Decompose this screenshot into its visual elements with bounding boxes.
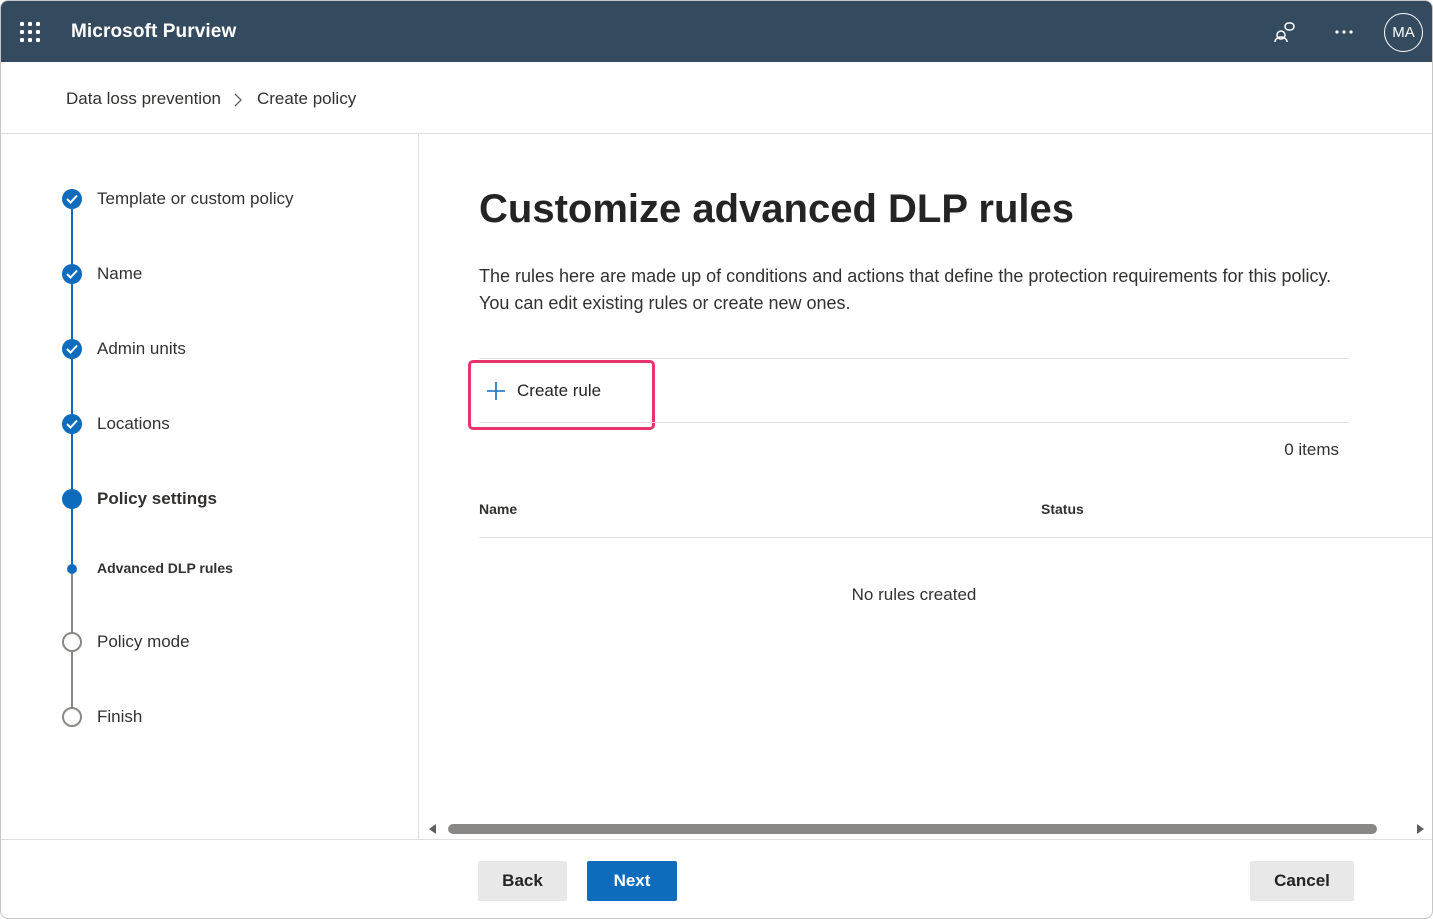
column-header-name[interactable]: Name [479, 501, 517, 517]
scrollbar-thumb[interactable] [448, 824, 1377, 834]
column-header-status[interactable]: Status [1041, 501, 1084, 517]
step-admin-units[interactable]: Admin units [97, 339, 186, 359]
step-template-or-custom-policy[interactable]: Template or custom policy [97, 189, 294, 209]
cancel-button[interactable]: Cancel [1250, 861, 1354, 901]
substep-current-dot-icon [67, 564, 77, 574]
breadcrumb-item-create-policy: Create policy [256, 89, 357, 108]
table-header-divider [479, 537, 1432, 538]
step-policy-mode: Policy mode [97, 632, 190, 651]
app-window: Microsoft Purview MA Data loss preventio… [0, 0, 1433, 919]
step-complete-check-icon [62, 414, 82, 434]
page-description: The rules here are made up of conditions… [479, 266, 1332, 313]
app-launcher-icon[interactable] [20, 22, 40, 42]
step-current-icon [62, 489, 82, 509]
top-bar: Microsoft Purview MA [1, 1, 1432, 62]
step-complete-check-icon [62, 339, 82, 359]
horizontal-scrollbar[interactable] [425, 821, 1430, 837]
footer-divider [1, 839, 1432, 840]
page-title: Customize advanced DLP rules [479, 187, 1074, 231]
step-pending-circle-icon [62, 707, 82, 727]
step-locations[interactable]: Locations [97, 414, 170, 434]
step-connector [71, 284, 73, 339]
step-complete-check-icon [62, 189, 82, 209]
scroll-right-arrow-icon[interactable] [1415, 824, 1425, 834]
step-connector [71, 434, 73, 489]
substep-advanced-dlp-rules[interactable]: Advanced DLP rules [97, 560, 233, 576]
empty-state-message: No rules created [851, 585, 977, 604]
step-connector [71, 652, 73, 707]
avatar[interactable]: MA [1384, 13, 1423, 52]
command-bar-divider [479, 358, 1349, 359]
header-divider [1, 133, 1432, 134]
create-rule-label: Create rule [517, 381, 602, 400]
step-finish: Finish [97, 707, 143, 726]
step-connector [71, 509, 73, 564]
breadcrumb: Data loss prevention Create policy [66, 89, 356, 109]
app-title[interactable]: Microsoft Purview [71, 21, 236, 43]
step-pending-circle-icon [62, 632, 82, 652]
feedback-icon[interactable] [1271, 18, 1299, 46]
nav-divider [418, 134, 419, 839]
step-policy-settings[interactable]: Policy settings [97, 489, 217, 509]
create-rule-button[interactable]: Create rule [485, 373, 601, 409]
next-button[interactable]: Next [587, 861, 677, 901]
breadcrumb-item-dlp[interactable]: Data loss prevention [66, 89, 221, 109]
step-connector [71, 359, 73, 414]
step-connector [71, 574, 73, 632]
step-connector [71, 209, 73, 264]
command-bar-divider [479, 422, 1349, 423]
scroll-left-arrow-icon[interactable] [428, 824, 438, 834]
back-button[interactable]: Back [478, 861, 567, 901]
step-complete-check-icon [62, 264, 82, 284]
step-name[interactable]: Name [97, 264, 142, 284]
items-count: 0 items [1284, 440, 1339, 459]
more-icon[interactable] [1330, 18, 1358, 46]
plus-icon [487, 382, 505, 400]
chevron-right-icon [233, 92, 243, 107]
